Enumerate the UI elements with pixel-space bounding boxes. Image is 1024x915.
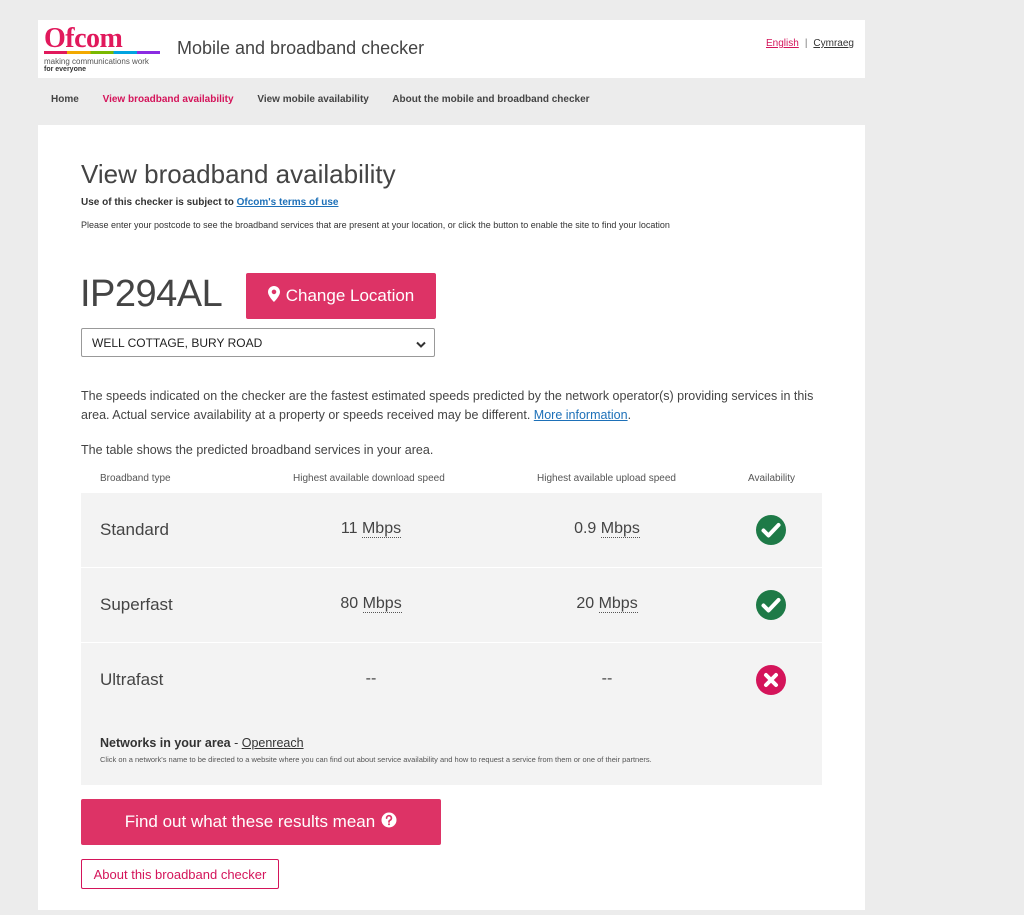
download-value: 80	[340, 595, 359, 612]
download-value: --	[365, 670, 377, 687]
table-row: Ultrafast -- --	[81, 643, 822, 717]
find-out-results-button[interactable]: Find out what these results mean	[81, 799, 441, 845]
logo-colour-bar	[44, 51, 160, 54]
site-title: Mobile and broadband checker	[177, 38, 425, 58]
terms-notice: Use of this checker is subject to Ofcom'…	[81, 197, 338, 208]
ofcom-logo[interactable]: Ofcom making communications work for eve…	[44, 23, 160, 73]
language-switcher: English | Cymraeg	[766, 38, 854, 49]
terms-prefix: Use of this checker is subject to	[81, 197, 237, 208]
networks-separator: -	[230, 736, 242, 750]
page-title: View broadband availability	[81, 159, 396, 189]
more-information-link[interactable]: More information	[534, 408, 628, 422]
upload-value: --	[601, 670, 613, 687]
instructions-text: Please enter your postcode to see the br…	[81, 220, 670, 230]
disclaimer-end: .	[627, 408, 632, 422]
header-upload-speed: Highest available upload speed	[537, 473, 676, 484]
download-unit: Mbps	[361, 520, 402, 538]
chevron-down-icon	[416, 338, 426, 352]
change-location-label: Change Location	[285, 286, 415, 305]
upload-value: 0.9	[574, 520, 597, 537]
disclaimer-text: The speeds indicated on the checker are …	[81, 389, 814, 422]
change-location-button[interactable]: Change Location	[246, 273, 436, 319]
download-value: 11	[340, 520, 358, 537]
address-select[interactable]: WELL COTTAGE, BURY ROAD	[81, 328, 435, 357]
networks-line: Networks in your area - Openreach	[100, 736, 304, 750]
header-broadband-type: Broadband type	[100, 473, 171, 484]
logo-tagline: making communications work	[44, 57, 149, 66]
download-unit: Mbps	[362, 595, 402, 613]
check-circle-icon	[755, 514, 787, 546]
upload-speed: 20 Mbps	[507, 595, 707, 613]
upload-value: 20	[576, 595, 595, 612]
download-speed: 11 Mbps	[271, 520, 471, 538]
upload-unit: Mbps	[598, 595, 638, 613]
upload-speed: 0.9 Mbps	[507, 520, 707, 538]
postcode-display: IP294AL	[80, 273, 223, 315]
network-openreach-link[interactable]: Openreach	[242, 736, 304, 750]
main-nav: Home View broadband availability View mo…	[51, 94, 611, 105]
upload-speed: --	[507, 670, 707, 688]
nav-about[interactable]: About the mobile and broadband checker	[392, 94, 589, 105]
broadband-type: Standard	[100, 520, 169, 539]
terms-link[interactable]: Ofcom's terms of use	[237, 197, 339, 208]
question-circle-icon	[381, 812, 397, 833]
lang-separator: |	[804, 38, 808, 49]
table-row: Standard 11 Mbps 0.9 Mbps	[81, 493, 822, 567]
logo-wordmark: Ofcom	[44, 23, 123, 54]
address-selected-value: WELL COTTAGE, BURY ROAD	[92, 335, 263, 350]
download-speed: --	[271, 670, 471, 688]
broadband-type: Superfast	[100, 595, 173, 614]
main-panel: View broadband availability Use of this …	[38, 125, 865, 910]
table-intro: The table shows the predicted broadband …	[81, 443, 434, 457]
header-availability: Availability	[748, 473, 796, 484]
lang-english-link[interactable]: English	[766, 38, 799, 49]
lang-welsh-link[interactable]: Cymraeg	[813, 38, 854, 49]
logo-tagline-2: for everyone	[44, 66, 87, 73]
site-header: Ofcom making communications work for eve…	[38, 20, 865, 78]
networks-label: Networks in your area	[100, 736, 231, 750]
speed-disclaimer: The speeds indicated on the checker are …	[81, 387, 821, 425]
about-checker-button[interactable]: About this broadband checker	[81, 859, 279, 889]
networks-row: Networks in your area - Openreach Click …	[81, 717, 822, 785]
download-speed: 80 Mbps	[271, 595, 471, 613]
networks-note: Click on a network's name to be directed…	[100, 755, 652, 764]
header-download-speed: Highest available download speed	[293, 473, 445, 484]
results-button-label: Find out what these results mean	[124, 812, 376, 831]
broadband-type: Ultrafast	[100, 670, 164, 689]
nav-mobile[interactable]: View mobile availability	[257, 94, 369, 105]
nav-home[interactable]: Home	[51, 94, 79, 105]
nav-broadband[interactable]: View broadband availability	[103, 94, 234, 105]
map-marker-icon	[267, 285, 280, 307]
upload-unit: Mbps	[600, 520, 640, 538]
check-circle-icon	[755, 589, 787, 621]
table-row: Superfast 80 Mbps 20 Mbps	[81, 568, 822, 642]
cross-circle-icon	[755, 664, 787, 696]
